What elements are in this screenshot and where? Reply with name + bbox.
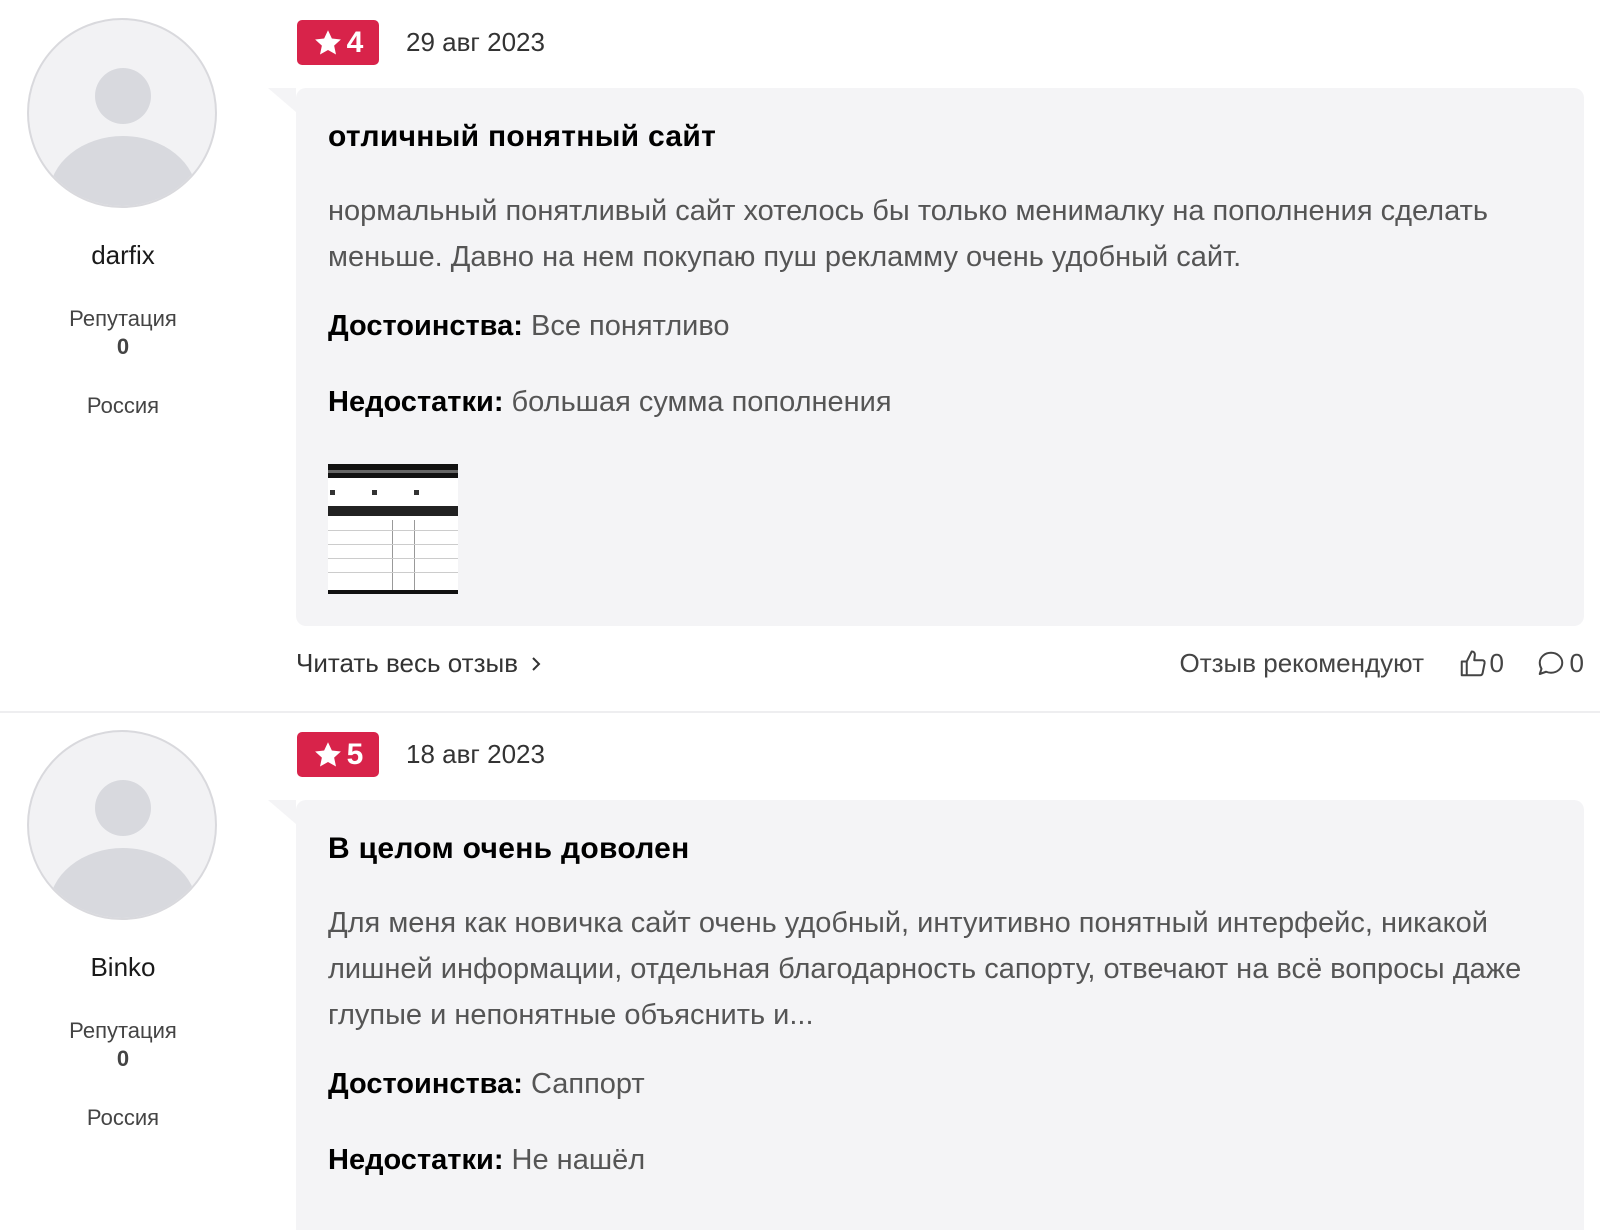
author-name[interactable]: darfix bbox=[0, 240, 246, 271]
avatar[interactable] bbox=[27, 18, 217, 208]
star-icon bbox=[314, 741, 341, 766]
comment-count: 0 bbox=[1569, 648, 1584, 678]
rating-value: 4 bbox=[346, 25, 364, 59]
thumb-mark bbox=[330, 490, 335, 495]
comments-button[interactable]: 0 bbox=[1536, 648, 1584, 679]
review-footer: Читать весь отзыв Отзыв рекомендуют 0 0 bbox=[296, 648, 1584, 684]
cons-label: Недостатки: bbox=[328, 386, 504, 418]
review-pros: Достоинства: Саппорт bbox=[328, 1068, 645, 1101]
review-cons: Недостатки: Не нашёл bbox=[328, 1144, 645, 1177]
review-pros: Достоинства: Все понятливо bbox=[328, 310, 730, 343]
thumb-mark bbox=[414, 490, 419, 495]
thumb-row-line bbox=[328, 558, 458, 559]
thumb-header-line bbox=[328, 470, 458, 473]
avatar-placeholder-icon bbox=[95, 780, 151, 836]
review-body: В целом очень доволен Для меня как нович… bbox=[268, 800, 1584, 1230]
review-card: darfix Репутация 0 Россия 4 29 авг 2023 … bbox=[0, 0, 1600, 712]
avatar[interactable] bbox=[27, 730, 217, 920]
like-count: 0 bbox=[1489, 648, 1504, 678]
review-date: 29 авг 2023 bbox=[406, 27, 545, 57]
review-cons: Недостатки: большая сумма пополнения bbox=[328, 386, 892, 419]
rating-badge: 4 bbox=[297, 20, 379, 65]
thumb-row-line bbox=[328, 544, 458, 545]
comment-icon bbox=[1538, 651, 1563, 675]
pros-text: Все понятливо bbox=[530, 310, 730, 342]
review-card: Binko Репутация 0 Россия 5 18 авг 2023 В… bbox=[0, 712, 1600, 1230]
star-icon bbox=[314, 29, 341, 54]
thumb-row-line bbox=[328, 572, 458, 573]
rating-badge: 5 bbox=[297, 732, 379, 777]
thumb-row-line bbox=[328, 530, 458, 531]
review-body: отличный понятный сайт нормальный понятл… bbox=[268, 88, 1584, 626]
avatar-placeholder-body bbox=[49, 136, 197, 206]
cons-text: Не нашёл bbox=[511, 1144, 646, 1176]
avatar-placeholder-icon bbox=[95, 68, 151, 124]
thumb-footer-bar bbox=[328, 590, 458, 594]
review-text: Для меня как новичка сайт очень удобный,… bbox=[328, 907, 1522, 1031]
reputation-value: 0 bbox=[116, 334, 130, 359]
author-country: Россия bbox=[86, 393, 160, 418]
review-text: нормальный понятливый сайт хотелось бы т… bbox=[328, 195, 1488, 273]
pros-label: Достоинства: bbox=[328, 310, 523, 342]
cons-text: большая сумма пополнения bbox=[511, 386, 892, 418]
thumbs-up-icon bbox=[1460, 650, 1486, 676]
thumb-mark bbox=[372, 490, 377, 495]
cons-label: Недостатки: bbox=[328, 1144, 504, 1176]
like-button[interactable]: 0 bbox=[1458, 648, 1504, 679]
rating-value: 5 bbox=[346, 737, 364, 771]
review-image-thumbnail[interactable] bbox=[328, 464, 458, 594]
reputation-label: Репутация bbox=[69, 306, 177, 331]
read-full-review-link[interactable]: Читать весь отзыв bbox=[296, 648, 544, 679]
review-date: 18 авг 2023 bbox=[406, 739, 545, 769]
chevron-right-icon bbox=[532, 656, 541, 671]
pros-text: Саппорт bbox=[530, 1068, 645, 1100]
author-country: Россия bbox=[86, 1105, 160, 1130]
review-title[interactable]: В целом очень доволен bbox=[328, 832, 690, 866]
author-name[interactable]: Binko bbox=[0, 952, 246, 983]
thumb-strip bbox=[328, 506, 458, 516]
reputation-value: 0 bbox=[116, 1046, 130, 1071]
reputation-label: Репутация bbox=[69, 1018, 177, 1043]
review-title[interactable]: отличный понятный сайт bbox=[328, 120, 716, 154]
avatar-placeholder-body bbox=[49, 848, 197, 918]
recommend-label: Отзыв рекомендуют bbox=[1179, 648, 1424, 678]
read-full-review-label: Читать весь отзыв bbox=[296, 648, 519, 678]
pros-label: Достоинства: bbox=[328, 1068, 523, 1100]
